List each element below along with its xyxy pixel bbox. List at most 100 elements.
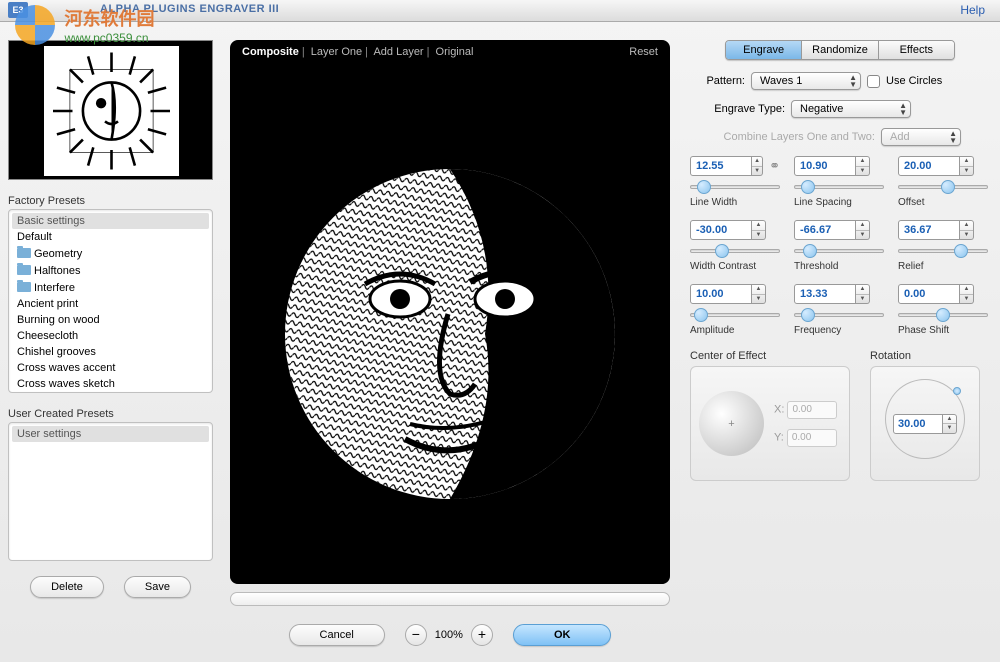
- slider-thumb[interactable]: [801, 180, 815, 194]
- main-preview[interactable]: [230, 64, 670, 584]
- slider-thumb[interactable]: [941, 180, 955, 194]
- preset-item[interactable]: Geometry: [12, 245, 209, 262]
- param-stepper[interactable]: ▲ ▼: [856, 220, 870, 240]
- stepper-up-icon[interactable]: ▲: [960, 157, 973, 167]
- stepper-down-icon[interactable]: ▼: [856, 167, 869, 176]
- param-input[interactable]: [898, 284, 960, 304]
- param-stepper[interactable]: ▲ ▼: [856, 284, 870, 304]
- slider-thumb[interactable]: [801, 308, 815, 322]
- param-name-label: Relief: [898, 261, 988, 272]
- factory-presets-list[interactable]: DefaultGeometryHalftonesInterfereAncient…: [12, 229, 209, 389]
- preset-item[interactable]: Interfere: [12, 279, 209, 296]
- slider-thumb[interactable]: [697, 180, 711, 194]
- param-stepper[interactable]: ▲ ▼: [752, 156, 763, 176]
- slider-thumb[interactable]: [954, 244, 968, 258]
- param-input[interactable]: [690, 156, 752, 176]
- slider-thumb[interactable]: [936, 308, 950, 322]
- param-slider[interactable]: [690, 308, 780, 322]
- preset-item[interactable]: Cross waves accent: [12, 360, 209, 376]
- use-circles-checkbox[interactable]: [867, 75, 880, 88]
- param-input[interactable]: [898, 220, 960, 240]
- stepper-up-icon[interactable]: ▲: [752, 221, 765, 231]
- mode-segmented-control[interactable]: Engrave Randomize Effects: [725, 40, 955, 60]
- param-input[interactable]: [794, 284, 856, 304]
- param-stepper[interactable]: ▲ ▼: [960, 284, 974, 304]
- param-stepper[interactable]: ▲ ▼: [960, 220, 974, 240]
- zoom-in-button[interactable]: +: [471, 624, 493, 646]
- param-stepper[interactable]: ▲ ▼: [960, 156, 974, 176]
- param-amplitude: ▲ ▼ Amplitude: [690, 284, 780, 336]
- thumbnail-preview[interactable]: [8, 40, 213, 180]
- tab-composite[interactable]: Composite: [242, 46, 299, 58]
- param-stepper[interactable]: ▲ ▼: [752, 220, 766, 240]
- param-slider[interactable]: [898, 308, 988, 322]
- stepper-down-icon[interactable]: ▼: [943, 424, 956, 433]
- center-effect-control[interactable]: + X: Y:: [690, 366, 850, 481]
- tab-original[interactable]: Original: [436, 46, 474, 58]
- param-slider[interactable]: [794, 308, 884, 322]
- preset-item[interactable]: Burning on wood: [12, 312, 209, 328]
- param-slider[interactable]: [794, 180, 884, 194]
- zoom-out-button[interactable]: −: [405, 624, 427, 646]
- stepper-down-icon[interactable]: ▼: [752, 295, 765, 304]
- param-stepper[interactable]: ▲ ▼: [752, 284, 766, 304]
- preset-item[interactable]: Ancient print: [12, 296, 209, 312]
- slider-thumb[interactable]: [803, 244, 817, 258]
- seg-effects[interactable]: Effects: [879, 41, 954, 59]
- stepper-down-icon[interactable]: ▼: [960, 167, 973, 176]
- slider-thumb[interactable]: [715, 244, 729, 258]
- help-link[interactable]: Help: [960, 3, 985, 17]
- tab-layer-one[interactable]: Layer One: [311, 46, 362, 58]
- stepper-up-icon[interactable]: ▲: [960, 285, 973, 295]
- param-input[interactable]: [898, 156, 960, 176]
- preset-item[interactable]: Cheesecloth: [12, 328, 209, 344]
- sphere-icon[interactable]: +: [699, 391, 764, 456]
- user-presets-list[interactable]: [12, 442, 209, 557]
- save-button[interactable]: Save: [124, 576, 191, 598]
- pattern-dropdown[interactable]: Waves 1 ▲▼: [751, 72, 861, 90]
- preset-item[interactable]: Chishel grooves: [12, 344, 209, 360]
- stepper-down-icon[interactable]: ▼: [960, 295, 973, 304]
- param-input[interactable]: [690, 284, 752, 304]
- reset-button[interactable]: Reset: [629, 46, 658, 58]
- slider-thumb[interactable]: [694, 308, 708, 322]
- link-icon[interactable]: ⚭: [769, 158, 780, 174]
- stepper-up-icon[interactable]: ▲: [856, 221, 869, 231]
- stepper-down-icon[interactable]: ▼: [856, 231, 869, 240]
- stepper-up-icon[interactable]: ▲: [943, 415, 956, 425]
- preset-item[interactable]: Default: [12, 229, 209, 245]
- stepper-up-icon[interactable]: ▲: [856, 157, 869, 167]
- preset-item[interactable]: Cross waves sketch: [12, 376, 209, 389]
- ok-button[interactable]: OK: [513, 624, 612, 646]
- rotation-input[interactable]: [893, 414, 943, 434]
- rotation-handle[interactable]: [953, 387, 961, 395]
- center-x-input[interactable]: [787, 401, 837, 419]
- stepper-down-icon[interactable]: ▼: [960, 231, 973, 240]
- param-slider[interactable]: [690, 180, 780, 194]
- param-slider[interactable]: [898, 180, 988, 194]
- stepper-down-icon[interactable]: ▼: [752, 167, 762, 176]
- param-stepper[interactable]: ▲ ▼: [856, 156, 870, 176]
- param-input[interactable]: [794, 156, 856, 176]
- rotation-stepper[interactable]: ▲ ▼: [943, 414, 957, 434]
- param-slider[interactable]: [794, 244, 884, 258]
- param-slider[interactable]: [690, 244, 780, 258]
- seg-randomize[interactable]: Randomize: [802, 41, 878, 59]
- engrave-type-dropdown[interactable]: Negative ▲▼: [791, 100, 911, 118]
- stepper-down-icon[interactable]: ▼: [752, 231, 765, 240]
- preset-item[interactable]: Halftones: [12, 262, 209, 279]
- stepper-up-icon[interactable]: ▲: [752, 157, 762, 167]
- cancel-button[interactable]: Cancel: [289, 624, 385, 646]
- center-y-input[interactable]: [787, 429, 837, 447]
- param-input[interactable]: [794, 220, 856, 240]
- seg-engrave[interactable]: Engrave: [726, 41, 802, 59]
- tab-add-layer[interactable]: Add Layer: [373, 46, 423, 58]
- rotation-control[interactable]: ▲ ▼: [870, 366, 980, 481]
- delete-button[interactable]: Delete: [30, 576, 104, 598]
- stepper-up-icon[interactable]: ▲: [752, 285, 765, 295]
- stepper-up-icon[interactable]: ▲: [856, 285, 869, 295]
- param-slider[interactable]: [898, 244, 988, 258]
- param-input[interactable]: [690, 220, 752, 240]
- stepper-down-icon[interactable]: ▼: [856, 295, 869, 304]
- stepper-up-icon[interactable]: ▲: [960, 221, 973, 231]
